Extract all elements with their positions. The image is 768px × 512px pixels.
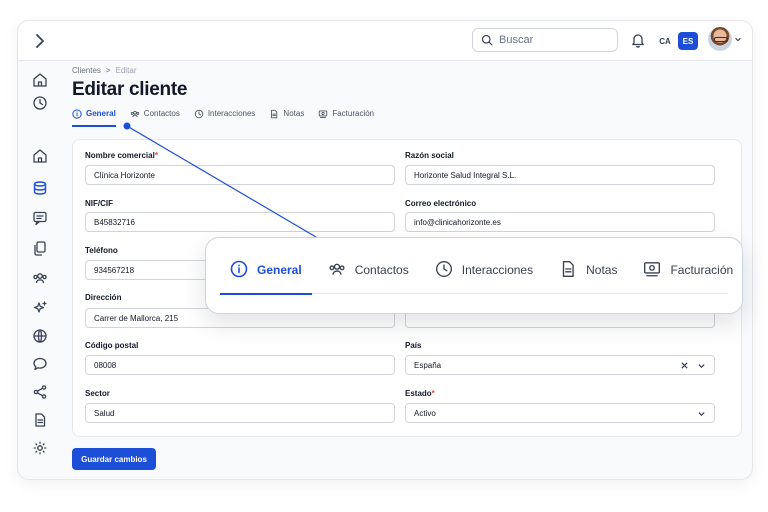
razon-social-label: Razón social bbox=[405, 151, 454, 160]
tab-label: Facturación bbox=[670, 263, 734, 277]
chevron-down-icon[interactable] bbox=[697, 409, 706, 418]
sector-label: Sector bbox=[85, 389, 110, 398]
sparkles-icon[interactable] bbox=[32, 300, 48, 316]
users-icon bbox=[329, 263, 345, 275]
required-mark: * bbox=[431, 389, 435, 398]
tab-label: Interacciones bbox=[461, 263, 534, 277]
language-es-button[interactable]: ES bbox=[678, 32, 698, 50]
tab-interacciones[interactable]: Interacciones bbox=[194, 107, 256, 125]
tab-bar-zoom-callout: General Contactos Interacciones Notas Fa… bbox=[205, 237, 743, 314]
telefono-label: Teléfono bbox=[85, 246, 118, 255]
tab-label: Interacciones bbox=[207, 109, 256, 118]
tab-label: Contactos bbox=[354, 263, 409, 277]
nombre-comercial-field[interactable]: Clínica Horizonte bbox=[85, 165, 395, 185]
chevron-down-icon[interactable] bbox=[697, 361, 706, 370]
estado-select[interactable]: Activo bbox=[405, 403, 715, 423]
save-button[interactable]: Guardar cambios bbox=[72, 448, 156, 470]
zoom-tab-notas[interactable]: Notas bbox=[549, 260, 627, 294]
tab-notas[interactable]: Notas bbox=[269, 107, 304, 125]
sector-field[interactable]: Salud bbox=[85, 403, 395, 423]
codigo-postal-field[interactable]: 08008 bbox=[85, 355, 395, 375]
invoice-icon bbox=[644, 262, 661, 277]
label-text: Estado bbox=[405, 389, 432, 398]
tab-label: General bbox=[257, 263, 302, 277]
home-icon[interactable] bbox=[32, 148, 48, 164]
razon-social-field[interactable]: Horizonte Salud Integral S.L. bbox=[405, 165, 715, 185]
tab-label: Notas bbox=[586, 263, 618, 277]
zoom-tab-general[interactable]: General bbox=[220, 260, 312, 295]
info-icon bbox=[72, 108, 82, 119]
tab-contactos[interactable]: Contactos bbox=[130, 107, 180, 125]
breadcrumb-parent[interactable]: Clientes bbox=[72, 66, 101, 75]
document-icon[interactable] bbox=[32, 412, 48, 428]
page-title: Editar cliente bbox=[72, 79, 188, 100]
zoom-tab-interacciones[interactable]: Interacciones bbox=[425, 260, 543, 294]
avatar[interactable] bbox=[708, 27, 732, 51]
document-icon bbox=[271, 109, 278, 118]
nif-label: NIF/CIF bbox=[85, 199, 113, 208]
zoomed-tab-bar: General Contactos Interacciones Notas Fa… bbox=[220, 260, 733, 295]
tab-label: Facturación bbox=[332, 109, 375, 118]
comment-icon[interactable] bbox=[32, 356, 48, 372]
clock-icon bbox=[435, 261, 452, 277]
required-mark: * bbox=[154, 151, 158, 160]
tab-label: General bbox=[86, 109, 116, 118]
home-icon[interactable] bbox=[32, 72, 48, 88]
clear-icon[interactable] bbox=[680, 361, 689, 370]
database-icon[interactable] bbox=[32, 180, 48, 196]
sidebar bbox=[18, 62, 62, 479]
tab-general[interactable]: General bbox=[72, 107, 116, 127]
globe-icon[interactable] bbox=[32, 328, 48, 344]
gear-icon[interactable] bbox=[32, 440, 48, 456]
tab-bar: General Contactos Interacciones Notas Fa… bbox=[72, 107, 388, 127]
pais-value: España bbox=[414, 360, 442, 370]
copy-icon[interactable] bbox=[32, 240, 48, 256]
estado-label: Estado* bbox=[405, 389, 435, 398]
codigo-postal-label: Código postal bbox=[85, 341, 139, 350]
info-icon bbox=[230, 260, 248, 278]
bell-icon[interactable] bbox=[630, 32, 646, 48]
correo-label: Correo electrónico bbox=[405, 199, 477, 208]
correo-field[interactable]: info@clinicahorizonte.es bbox=[405, 212, 715, 232]
search-placeholder: Buscar bbox=[499, 34, 534, 46]
zoom-tab-contactos[interactable]: Contactos bbox=[318, 260, 419, 294]
chat-icon[interactable] bbox=[32, 210, 48, 226]
pais-select[interactable]: España bbox=[405, 355, 715, 375]
zoom-tab-facturacion[interactable]: Facturación bbox=[633, 260, 743, 294]
breadcrumb-current: Editar bbox=[115, 66, 137, 75]
breadcrumb-separator: > bbox=[105, 66, 111, 75]
search-icon bbox=[481, 34, 493, 46]
nif-field[interactable]: B45832716 bbox=[85, 212, 395, 232]
estado-value: Activo bbox=[414, 408, 436, 418]
document-icon bbox=[562, 261, 574, 277]
invoice-icon bbox=[319, 109, 328, 118]
pais-label: País bbox=[405, 341, 422, 350]
users-icon[interactable] bbox=[32, 270, 48, 286]
users-icon bbox=[130, 110, 140, 117]
chevron-right-icon[interactable] bbox=[30, 31, 50, 51]
share-icon[interactable] bbox=[32, 384, 48, 400]
tab-facturacion[interactable]: Facturación bbox=[318, 107, 374, 125]
direccion-label: Dirección bbox=[85, 293, 122, 302]
chevron-down-icon[interactable] bbox=[734, 35, 742, 43]
label-text: Nombre comercial bbox=[85, 151, 155, 160]
search-input[interactable]: Buscar bbox=[472, 28, 618, 52]
nombre-comercial-label: Nombre comercial* bbox=[85, 151, 158, 160]
top-bar: Buscar CA ES bbox=[18, 21, 752, 61]
clock-icon bbox=[194, 109, 204, 118]
breadcrumb: Clientes > Editar bbox=[72, 66, 136, 75]
tab-label: Notas bbox=[283, 109, 305, 118]
clock-icon[interactable] bbox=[32, 95, 48, 111]
tab-label: Contactos bbox=[143, 109, 180, 118]
language-ca-button[interactable]: CA bbox=[656, 32, 674, 50]
